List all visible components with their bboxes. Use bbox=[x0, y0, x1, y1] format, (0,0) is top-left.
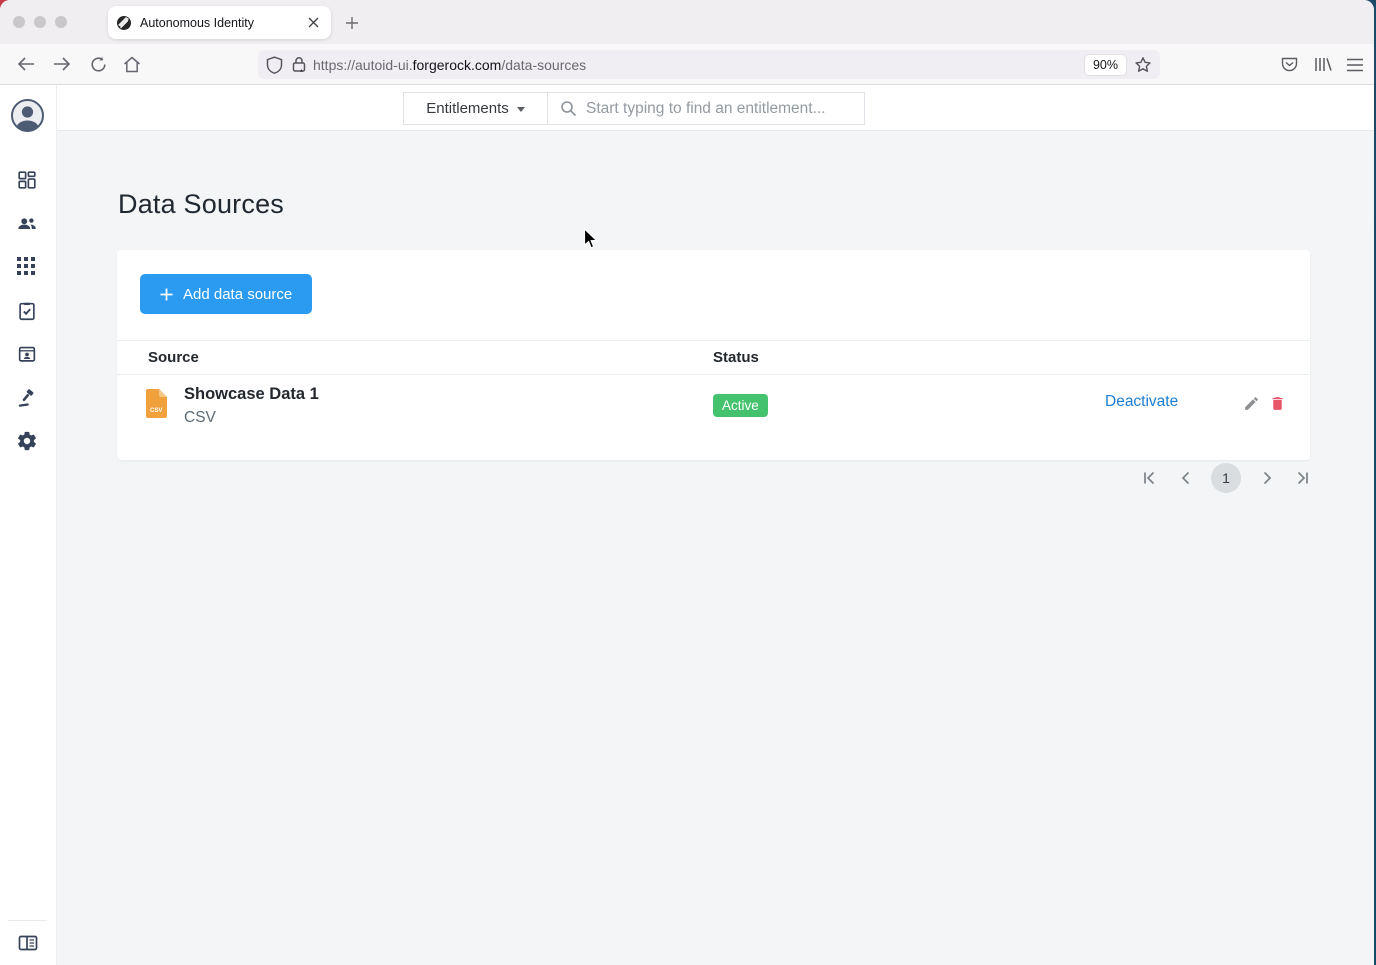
macos-zoom-button[interactable] bbox=[55, 16, 67, 28]
panel-toggle-icon[interactable] bbox=[18, 935, 38, 951]
zoom-level-indicator[interactable]: 90% bbox=[1084, 54, 1126, 75]
column-header-status: Status bbox=[713, 349, 759, 366]
context-dropdown-label: Entitlements bbox=[426, 100, 509, 117]
dashboard-icon[interactable] bbox=[16, 169, 38, 191]
first-page-icon[interactable] bbox=[1140, 469, 1158, 487]
pocket-icon[interactable] bbox=[1280, 55, 1299, 74]
browser-toolbar: https://autoid-ui.forgerock.com/data-sou… bbox=[0, 44, 1374, 85]
edit-pencil-icon[interactable] bbox=[1243, 395, 1260, 412]
settings-gear-icon[interactable] bbox=[16, 430, 38, 452]
reload-button[interactable] bbox=[84, 50, 112, 78]
sidebar-divider bbox=[8, 920, 47, 921]
bookmark-star-icon[interactable] bbox=[1134, 56, 1152, 74]
search-input[interactable] bbox=[586, 99, 864, 118]
forgerock-favicon bbox=[116, 15, 132, 31]
users-icon[interactable] bbox=[16, 213, 38, 235]
main-content: Data Sources Add data source Source Stat… bbox=[57, 131, 1374, 965]
apps-grid-icon[interactable] bbox=[16, 256, 38, 278]
page-title: Data Sources bbox=[118, 189, 284, 219]
gavel-icon[interactable] bbox=[16, 387, 38, 409]
app-top-bar: Entitlements bbox=[57, 85, 1374, 131]
new-tab-button[interactable] bbox=[340, 11, 364, 35]
table-row: CSV Showcase Data 1 CSV Active Deactivat… bbox=[117, 376, 1310, 459]
url-text: https://autoid-ui.forgerock.com/data-sou… bbox=[313, 56, 587, 73]
forward-button[interactable] bbox=[48, 50, 76, 78]
data-source-name: Showcase Data 1 bbox=[184, 385, 319, 403]
back-button[interactable] bbox=[12, 50, 40, 78]
csv-file-icon: CSV bbox=[146, 389, 169, 418]
next-page-icon[interactable] bbox=[1259, 469, 1277, 487]
home-button[interactable] bbox=[118, 50, 146, 78]
tab-close-icon[interactable] bbox=[303, 13, 323, 33]
search-control-group: Entitlements bbox=[403, 92, 865, 125]
deactivate-link[interactable]: Deactivate bbox=[1105, 393, 1178, 411]
table-header: Source Status bbox=[117, 340, 1310, 375]
delete-trash-icon[interactable] bbox=[1269, 395, 1286, 412]
id-badge-icon[interactable] bbox=[16, 343, 38, 365]
library-icon[interactable] bbox=[1313, 56, 1332, 73]
hamburger-menu-icon[interactable] bbox=[1346, 58, 1364, 72]
connection-lock-icon[interactable] bbox=[291, 56, 307, 73]
status-badge: Active bbox=[713, 394, 768, 417]
plus-icon bbox=[160, 288, 173, 301]
tracking-shield-icon[interactable] bbox=[266, 55, 283, 74]
macos-close-button[interactable] bbox=[13, 16, 25, 28]
current-page-indicator[interactable]: 1 bbox=[1211, 463, 1241, 493]
pagination: 1 bbox=[1140, 461, 1312, 495]
data-sources-card: Add data source Source Status CSV Showca… bbox=[117, 250, 1310, 460]
url-bar[interactable]: https://autoid-ui.forgerock.com/data-sou… bbox=[258, 50, 1160, 79]
column-header-source: Source bbox=[148, 349, 199, 366]
last-page-icon[interactable] bbox=[1294, 469, 1312, 487]
macos-minimize-button[interactable] bbox=[34, 16, 46, 28]
toolbar-right-icons bbox=[1280, 50, 1364, 79]
browser-tab-bar: Autonomous Identity bbox=[0, 0, 1374, 44]
tasks-check-icon[interactable] bbox=[16, 300, 38, 322]
tab-title: Autonomous Identity bbox=[140, 15, 254, 30]
add-data-source-button[interactable]: Add data source bbox=[140, 274, 313, 314]
chevron-down-icon bbox=[516, 107, 525, 112]
data-source-type: CSV bbox=[184, 409, 216, 426]
user-avatar[interactable] bbox=[11, 99, 44, 132]
browser-tab[interactable]: Autonomous Identity bbox=[108, 6, 331, 39]
search-icon bbox=[560, 100, 577, 117]
browser-window: Autonomous Identity https://autoid-ui.fo… bbox=[0, 0, 1374, 965]
entitlement-searchbox bbox=[548, 93, 864, 124]
app-sidebar bbox=[0, 85, 57, 965]
svg-text:CSV: CSV bbox=[150, 408, 162, 414]
context-dropdown[interactable]: Entitlements bbox=[404, 93, 548, 124]
prev-page-icon[interactable] bbox=[1176, 469, 1194, 487]
